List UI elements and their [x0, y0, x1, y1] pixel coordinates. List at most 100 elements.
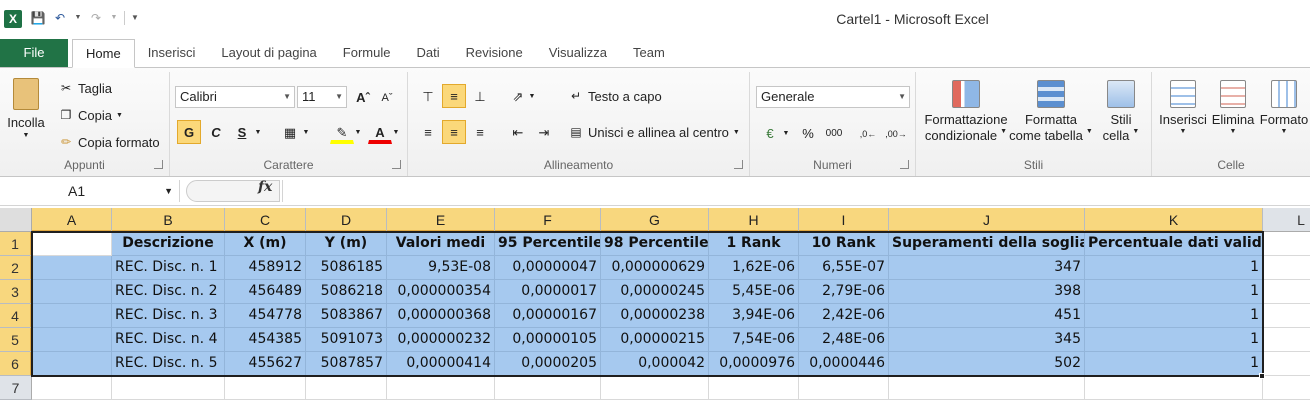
worksheet-grid[interactable]: A B C D E F G H I J K L 1 Descrizione X (m) Y (m) Valori… — [0, 208, 1310, 401]
cell-j6[interactable]: 502 — [889, 352, 1085, 376]
underline-dropdown-icon[interactable]: ▼ — [252, 120, 264, 144]
cell-b4[interactable]: REC. Disc. n. 3 — [112, 304, 225, 328]
dialog-launcher-icon[interactable] — [392, 160, 401, 169]
cell-i4[interactable]: 2,42E-06 — [799, 304, 889, 328]
cell-f3[interactable]: 0,0000017 — [495, 280, 601, 304]
row-header-1[interactable]: 1 — [0, 232, 32, 256]
cell-i1[interactable]: 10 Rank — [799, 232, 889, 256]
format-painter-button[interactable]: ✏ Copia formato — [58, 134, 160, 150]
cell-g3[interactable]: 0,00000245 — [601, 280, 709, 304]
grow-font-button[interactable]: Aˆ — [351, 85, 375, 109]
cell-l1[interactable] — [1263, 232, 1310, 256]
decrease-decimal-icon[interactable]: ,00→ — [884, 121, 908, 145]
underline-button[interactable]: S — [230, 120, 254, 144]
paste-button[interactable]: Incolla ▼ — [6, 78, 46, 139]
select-all-button[interactable] — [0, 208, 32, 232]
formula-input[interactable] — [282, 180, 1310, 202]
fill-handle[interactable] — [1259, 373, 1265, 379]
cell-j5[interactable]: 345 — [889, 328, 1085, 352]
cell-a3[interactable] — [32, 280, 112, 304]
column-header-k[interactable]: K — [1085, 208, 1263, 232]
dialog-launcher-icon[interactable] — [734, 160, 743, 169]
cell-e6[interactable]: 0,00000414 — [387, 352, 495, 376]
cell-g4[interactable]: 0,00000238 — [601, 304, 709, 328]
cell-e5[interactable]: 0,000000232 — [387, 328, 495, 352]
cell-e2[interactable]: 9,53E-08 — [387, 256, 495, 280]
cell-i5[interactable]: 2,48E-06 — [799, 328, 889, 352]
cell-a7[interactable] — [32, 376, 112, 400]
fill-color-dropdown-icon[interactable]: ▼ — [352, 120, 364, 144]
currency-dropdown-icon[interactable]: ▼ — [780, 121, 792, 145]
shrink-font-button[interactable]: Aˇ — [375, 85, 399, 109]
row-header-4[interactable]: 4 — [0, 304, 32, 328]
cell-k3[interactable]: 1 — [1085, 280, 1263, 304]
column-header-c[interactable]: C — [225, 208, 306, 232]
cell-k6[interactable]: 1 — [1085, 352, 1263, 376]
copy-button[interactable]: ❐ Copia ▼ — [58, 107, 123, 123]
font-name-select[interactable]: Calibri ▼ — [175, 86, 295, 108]
cell-a2[interactable] — [32, 256, 112, 280]
cell-l5[interactable] — [1263, 328, 1310, 352]
cell-i3[interactable]: 2,79E-06 — [799, 280, 889, 304]
tab-file[interactable]: File — [0, 39, 68, 67]
font-color-dropdown-icon[interactable]: ▼ — [390, 120, 402, 144]
cell-l2[interactable] — [1263, 256, 1310, 280]
delete-cells-button[interactable]: Elimina ▼ — [1210, 80, 1256, 135]
dialog-launcher-icon[interactable] — [154, 160, 163, 169]
row-header-6[interactable]: 6 — [0, 352, 32, 376]
row-header-7[interactable]: 7 — [0, 376, 32, 400]
column-header-l[interactable]: L — [1263, 208, 1310, 232]
cell-f7[interactable] — [495, 376, 601, 400]
column-header-g[interactable]: G — [601, 208, 709, 232]
cell-l3[interactable] — [1263, 280, 1310, 304]
tab-home[interactable]: Home — [72, 39, 135, 68]
cell-f4[interactable]: 0,00000167 — [495, 304, 601, 328]
tab-team[interactable]: Team — [620, 39, 678, 67]
cell-d7[interactable] — [306, 376, 387, 400]
italic-button[interactable]: C — [204, 120, 228, 144]
fill-color-icon[interactable]: ✎ — [330, 120, 354, 144]
align-middle-icon[interactable]: ≡ — [442, 84, 466, 108]
merge-center-button[interactable]: ▤ Unisci e allinea al centro ▼ — [568, 124, 740, 140]
cell-k2[interactable]: 1 — [1085, 256, 1263, 280]
cell-b7[interactable] — [112, 376, 225, 400]
align-center-icon[interactable]: ≡ — [442, 120, 466, 144]
cell-k7[interactable] — [1085, 376, 1263, 400]
cell-c4[interactable]: 454778 — [225, 304, 306, 328]
cell-j3[interactable]: 398 — [889, 280, 1085, 304]
cell-d3[interactable]: 5086218 — [306, 280, 387, 304]
cell-h5[interactable]: 7,54E-06 — [709, 328, 799, 352]
cell-j4[interactable]: 451 — [889, 304, 1085, 328]
cell-g7[interactable] — [601, 376, 709, 400]
cell-e3[interactable]: 0,000000354 — [387, 280, 495, 304]
cell-k5[interactable]: 1 — [1085, 328, 1263, 352]
cell-h7[interactable] — [709, 376, 799, 400]
cell-d6[interactable]: 5087857 — [306, 352, 387, 376]
tab-formulas[interactable]: Formule — [330, 39, 404, 67]
cell-d5[interactable]: 5091073 — [306, 328, 387, 352]
font-color-icon[interactable]: A — [368, 120, 392, 144]
cell-d1[interactable]: Y (m) — [306, 232, 387, 256]
percent-button[interactable]: % — [796, 121, 820, 145]
wrap-text-button[interactable]: ↵ Testo a capo — [568, 88, 662, 104]
column-header-a[interactable]: A — [32, 208, 112, 232]
cell-i7[interactable] — [799, 376, 889, 400]
cell-a4[interactable] — [32, 304, 112, 328]
cell-c1[interactable]: X (m) — [225, 232, 306, 256]
cell-j2[interactable]: 347 — [889, 256, 1085, 280]
font-size-select[interactable]: 11 ▼ — [297, 86, 347, 108]
tab-review[interactable]: Revisione — [453, 39, 536, 67]
cell-d2[interactable]: 5086185 — [306, 256, 387, 280]
cell-i2[interactable]: 6,55E-07 — [799, 256, 889, 280]
cell-g5[interactable]: 0,00000215 — [601, 328, 709, 352]
column-header-j[interactable]: J — [889, 208, 1085, 232]
insert-function-icon[interactable]: fx — [258, 179, 272, 195]
cell-l7[interactable] — [1263, 376, 1310, 400]
cell-c7[interactable] — [225, 376, 306, 400]
tab-data[interactable]: Dati — [403, 39, 452, 67]
row-header-3[interactable]: 3 — [0, 280, 32, 304]
cell-f1[interactable]: 95 Percentile — [495, 232, 601, 256]
cell-b6[interactable]: REC. Disc. n. 5 — [112, 352, 225, 376]
column-header-d[interactable]: D — [306, 208, 387, 232]
format-cells-button[interactable]: Formato ▼ — [1258, 80, 1310, 135]
